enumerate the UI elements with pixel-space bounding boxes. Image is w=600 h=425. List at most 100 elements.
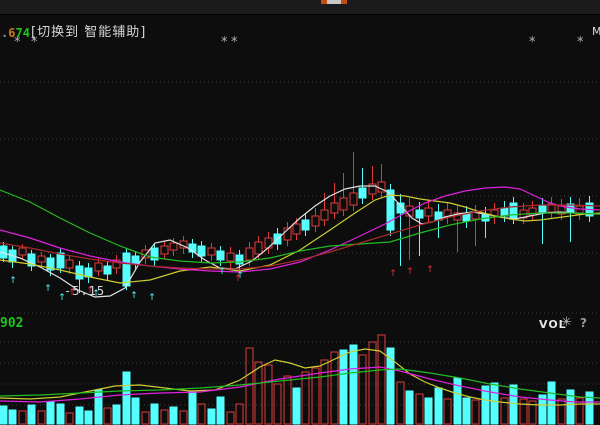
candle <box>246 248 253 260</box>
volume-bar <box>208 409 215 424</box>
volume-bar <box>0 406 7 424</box>
sell-signal-icon: ↑ <box>234 274 242 284</box>
volume-bar <box>265 365 272 424</box>
volume-bar <box>9 410 16 424</box>
candle <box>38 256 45 262</box>
buy-signal-icon: ↑ <box>130 291 138 301</box>
candle <box>425 208 432 216</box>
volume-bar <box>132 398 139 424</box>
asterisk-mark: * <box>231 38 238 48</box>
volume-bar <box>161 410 168 424</box>
candle <box>416 210 423 218</box>
volume-value: 902 <box>0 316 23 331</box>
volume-bar <box>66 413 73 424</box>
asterisk-mark: * <box>577 38 584 48</box>
volume-bar <box>359 355 366 424</box>
volume-bar <box>95 390 102 424</box>
candle <box>321 210 328 220</box>
volume-bar <box>170 407 177 424</box>
asterisk-mark: * <box>14 38 21 48</box>
low-price-tag: -5.15 <box>64 284 105 298</box>
kline-chart[interactable]: ↑↑↑↑↑↑↑↑↑↑↑↑↑↑ <box>0 0 600 425</box>
volume-bar <box>302 372 309 424</box>
mode-switch-label[interactable]: [切换到 智能辅助] <box>31 21 146 40</box>
candle <box>161 246 168 254</box>
ma-legend-cut: M <box>592 25 600 38</box>
volume-bar <box>189 392 196 424</box>
candle <box>501 208 508 216</box>
volume-bar <box>255 362 262 424</box>
candle <box>510 203 517 218</box>
candle <box>350 193 357 205</box>
candle <box>463 214 470 221</box>
buy-signal-icon: ↑ <box>9 276 17 286</box>
candle <box>227 253 234 261</box>
candle <box>76 266 83 279</box>
volume-bar <box>236 404 243 424</box>
gear-icon[interactable]: ✳ <box>561 315 572 330</box>
volume-bar <box>463 398 470 424</box>
candle <box>132 256 139 264</box>
asterisk-mark: * <box>221 38 228 48</box>
volume-bar <box>227 412 234 424</box>
top-tab-button[interactable] <box>321 0 347 4</box>
candle <box>331 203 338 213</box>
volume-bar <box>435 388 442 424</box>
candle <box>293 224 300 234</box>
volume-bar <box>397 382 404 424</box>
candle <box>217 251 224 260</box>
volume-bar <box>47 402 54 424</box>
volume-bar <box>340 350 347 424</box>
volume-bar <box>123 372 130 424</box>
volume-bar <box>151 404 158 424</box>
volume-bar <box>321 360 328 424</box>
volume-bar <box>548 382 555 424</box>
candle <box>198 246 205 256</box>
help-icon[interactable]: ? <box>580 316 587 330</box>
buy-signal-icon: ↑ <box>44 284 52 294</box>
candle <box>312 216 319 226</box>
volume-bar <box>284 376 291 424</box>
top-bar <box>0 0 600 15</box>
volume-bar <box>444 399 451 424</box>
volume-bar <box>520 399 527 424</box>
volume-bar <box>28 405 35 424</box>
candle <box>302 220 309 230</box>
candle <box>265 238 272 248</box>
volume-bar <box>378 335 385 424</box>
volume-bar <box>491 383 498 424</box>
volume-bar <box>350 345 357 424</box>
volume-bar <box>274 384 281 424</box>
candle <box>340 198 347 210</box>
candle <box>255 242 262 254</box>
sell-signal-icon: ↑ <box>389 269 397 279</box>
volume-bar <box>180 411 187 424</box>
sell-signal-icon: ↑ <box>426 265 434 275</box>
volume-bar <box>369 342 376 424</box>
volume-bar <box>198 404 205 424</box>
candle <box>95 263 102 271</box>
volume-bar <box>312 368 319 424</box>
candle <box>170 243 177 250</box>
buy-signal-icon: ↑ <box>148 293 156 303</box>
volume-bar <box>19 411 26 424</box>
volume-bar <box>85 411 92 424</box>
candle <box>208 248 215 255</box>
volume-bar <box>38 411 45 424</box>
candle <box>104 266 111 274</box>
candle <box>539 206 546 213</box>
volume-bar <box>416 394 423 424</box>
volume-bar <box>217 397 224 424</box>
candle <box>359 188 366 198</box>
volume-bar <box>425 398 432 424</box>
candle <box>19 248 26 255</box>
candle <box>57 253 64 268</box>
candle <box>66 260 73 268</box>
volume-bar <box>558 399 565 424</box>
asterisk-mark: * <box>31 38 38 48</box>
volume-bar <box>104 408 111 424</box>
volume-bar <box>406 391 413 424</box>
volume-bar <box>510 385 517 424</box>
sell-signal-icon: ↑ <box>406 267 414 277</box>
volume-bar <box>76 407 83 424</box>
